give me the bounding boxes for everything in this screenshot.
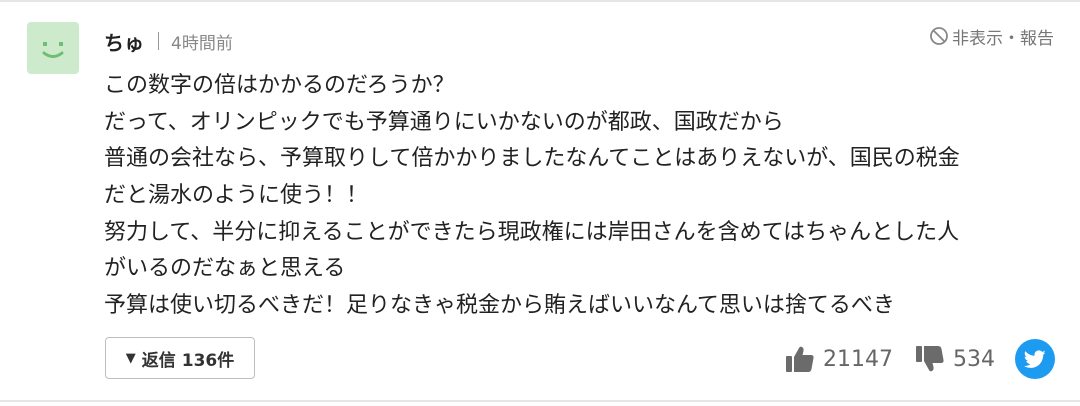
username[interactable]: ちゅ: [104, 27, 144, 56]
dislike-button[interactable]: 534: [893, 345, 995, 373]
like-count: 21147: [823, 346, 893, 372]
avatar: [27, 22, 79, 74]
triangle-down-icon: ▼: [125, 350, 136, 366]
reply-label: 返信: [141, 350, 176, 371]
thumbs-down-icon: [916, 346, 944, 372]
like-button[interactable]: 21147: [785, 345, 893, 373]
comment-actions: 21147 534: [785, 338, 1055, 380]
header-separator: [158, 32, 159, 50]
top-divider: [0, 0, 1080, 2]
comment-line: だって、オリンピックでも予算通りにいかないのが都政、国政だから: [104, 109, 784, 135]
reply-toggle-button[interactable]: ▼ 返信 136件: [105, 337, 255, 379]
timestamp: 4時間前: [171, 33, 233, 54]
comment-line: 予算は使い切るべきだ！足りなきゃ税金から賄えばいいなんて思いは捨てるべき: [104, 293, 895, 319]
twitter-bird-icon: [1024, 349, 1046, 368]
comment-line: 努力して、半分に抑えることができたら現政権には岸田さんを含めてはちゃんとした人: [104, 219, 960, 245]
reply-count: 136件: [181, 350, 235, 371]
comment-line: だと湯水のように使う！！: [104, 183, 369, 209]
comment-line: がいるのだなぁと思える: [104, 256, 346, 282]
bottom-divider: [0, 400, 1080, 402]
comment-line: 普通の会社なら、予算取りして倍かかりましたなんてことはありえないが、国民の税金: [104, 146, 960, 172]
twitter-share-button[interactable]: [1015, 339, 1055, 379]
smiley-avatar-icon: [42, 42, 64, 58]
prohibit-icon: [930, 27, 948, 45]
hide-report-button[interactable]: 非表示・報告: [929, 23, 1054, 49]
hide-report-label: 非表示・報告: [952, 28, 1054, 49]
comment-line: この数字の倍はかかるのだろうか？: [104, 73, 455, 98]
comment-body: この数字の倍はかかるのだろうか？ だって、オリンピックでも予算通りにいかないのが…: [104, 68, 1054, 325]
comment-header: ちゅ 4時間前: [104, 27, 233, 56]
thumbs-up-icon: [786, 346, 814, 372]
dislike-count: 534: [953, 346, 995, 372]
